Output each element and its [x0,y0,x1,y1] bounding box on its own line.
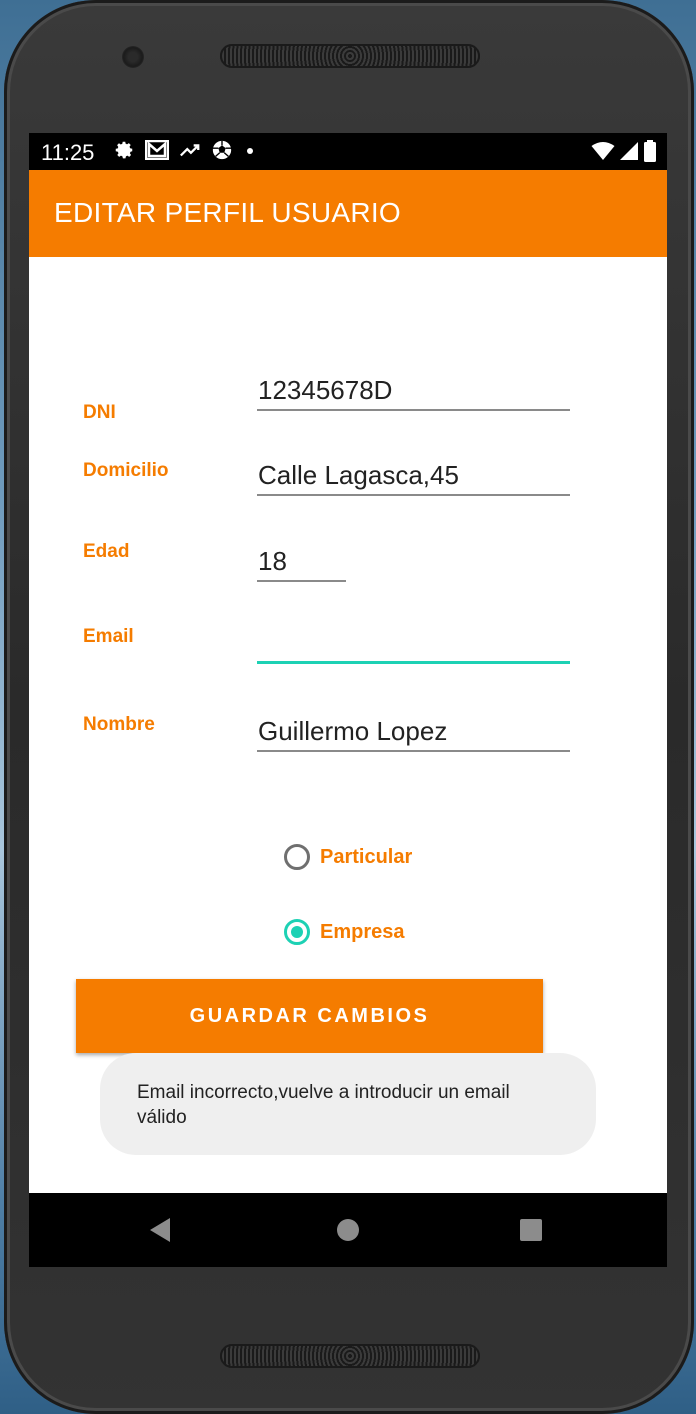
status-bar: 11:25 [29,133,667,170]
back-icon [150,1218,170,1242]
front-camera [122,46,144,68]
page-title: EDITAR PERFIL USUARIO [54,197,402,228]
email-label: Email [83,626,134,647]
radio-empresa[interactable]: Empresa [284,919,405,945]
navigation-bar [29,1193,667,1267]
home-button[interactable] [308,1193,388,1267]
app-bar: EDITAR PERFIL USUARIO [29,170,667,257]
radio-particular-label: Particular [320,845,413,868]
trending-up-icon [180,144,200,157]
gear-icon [115,141,133,159]
dni-field[interactable]: 12345678D [257,371,570,411]
edad-field[interactable]: 18 [257,542,346,582]
home-icon [337,1219,359,1241]
domicilio-field[interactable]: Calle Lagasca,45 [257,456,570,496]
dot-icon [247,148,253,154]
bottom-speaker [220,1344,480,1368]
battery-icon [644,140,656,162]
nombre-label: Nombre [83,714,155,735]
soccer-ball-icon [212,140,232,160]
system-status-icons [591,140,657,162]
domicilio-label: Domicilio [83,460,169,481]
signal-icon [620,142,638,160]
status-time: 11:25 [41,140,95,165]
back-button[interactable] [121,1193,201,1267]
toast-message: Email incorrecto,vuelve a introducir un … [100,1053,596,1155]
edad-label: Edad [83,541,130,562]
save-changes-button[interactable]: GUARDAR CAMBIOS [76,979,543,1053]
email-field[interactable] [257,624,570,664]
radio-empresa-circle[interactable] [284,919,310,945]
radio-particular-circle[interactable] [284,844,310,870]
recents-icon [520,1219,542,1241]
earpiece-speaker [220,44,480,68]
screen: 11:25 EDITAR PERFIL USUARIO DNI 12345678… [29,133,667,1267]
wifi-icon [591,142,615,160]
dni-label: DNI [83,402,116,423]
notification-icons [113,139,257,161]
recents-button[interactable] [491,1193,571,1267]
nombre-field[interactable]: Guillermo Lopez [257,712,570,752]
radio-particular[interactable]: Particular [284,844,412,870]
radio-empresa-label: Empresa [320,920,405,943]
gmail-icon [145,140,169,160]
